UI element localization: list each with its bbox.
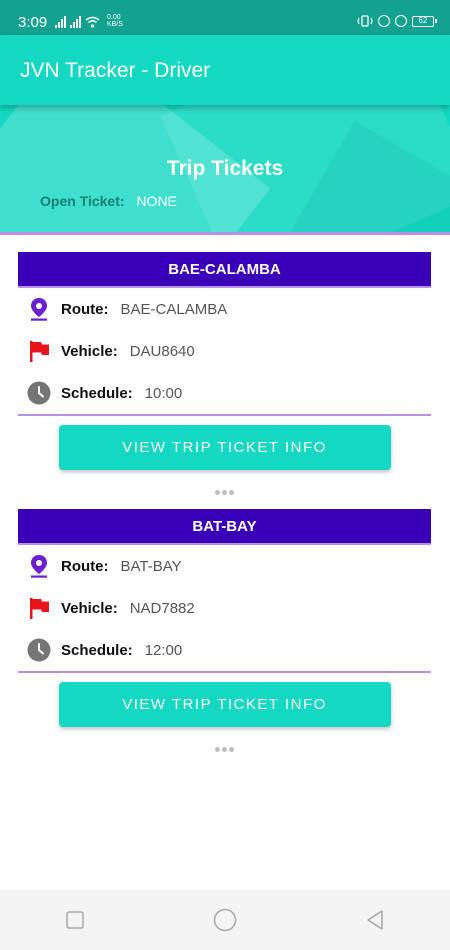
banner-divider <box>0 232 450 235</box>
route-row: Route: BAT-BAY <box>18 545 431 587</box>
circle-icon <box>213 908 237 932</box>
more-dots-icon <box>18 739 431 753</box>
status-time: 3:09 <box>18 14 48 31</box>
alarm-lock-icon <box>378 15 390 27</box>
view-trip-ticket-info-button[interactable]: VIEW TRIP TICKET INFO <box>58 682 391 727</box>
signal-icon <box>55 16 66 28</box>
location-pin-icon <box>27 554 51 578</box>
status-right-icons: 62 <box>357 15 437 27</box>
ticket-divider <box>18 671 431 673</box>
schedule-label: Schedule: <box>61 384 133 402</box>
more-dots-icon <box>18 482 431 496</box>
clock-icon <box>27 381 51 405</box>
schedule-label: Schedule: <box>61 641 133 659</box>
schedule-value: 12:00 <box>144 641 183 659</box>
net-speed-value: 0.00 <box>107 14 121 21</box>
app-title: JVN Tracker - Driver <box>20 59 211 82</box>
signal-icon <box>70 16 81 28</box>
triangle-back-icon <box>367 910 383 930</box>
vehicle-row: Vehicle: DAU8640 <box>18 330 431 372</box>
status-left-icons: 0.00 KB/S <box>55 14 123 28</box>
vehicle-value: DAU8640 <box>129 342 195 360</box>
vibrate-icon <box>357 15 373 27</box>
flag-icon <box>27 596 51 620</box>
route-label: Route: <box>61 300 109 318</box>
location-pin-icon <box>27 297 51 321</box>
square-icon <box>66 911 84 929</box>
system-nav-bar <box>0 890 450 950</box>
back-button[interactable] <box>345 900 405 940</box>
route-value: BAE-CALAMBA <box>120 300 228 318</box>
route-value: BAT-BAY <box>120 557 182 575</box>
header-banner: Trip Tickets Open Ticket: NONE <box>0 105 450 232</box>
net-speed: 0.00 KB/S <box>107 14 123 28</box>
ticket-divider <box>18 414 431 416</box>
flag-icon <box>27 339 51 363</box>
schedule-value: 10:00 <box>144 384 183 402</box>
open-ticket-label: Open Ticket: <box>40 193 125 209</box>
home-button[interactable] <box>195 900 255 940</box>
clock-icon <box>27 638 51 662</box>
vehicle-value: NAD7882 <box>129 599 195 617</box>
app-bar: JVN Tracker - Driver <box>0 35 450 105</box>
schedule-row: Schedule: 12:00 <box>18 629 431 671</box>
open-ticket-value: NONE <box>136 193 177 209</box>
status-bar: 3:09 0.00 KB/S 62 <box>0 0 450 35</box>
recent-apps-button[interactable] <box>45 900 105 940</box>
trip-ticket-card: BAT-BAY Route: BAT-BAY Vehicle: NAD7882 <box>18 509 431 753</box>
vehicle-row: Vehicle: NAD7882 <box>18 587 431 629</box>
route-label: Route: <box>61 557 109 575</box>
wifi-icon <box>85 16 100 28</box>
ticket-header: BAT-BAY <box>18 509 431 545</box>
ticket-header: BAE-CALAMBA <box>18 252 431 288</box>
net-speed-unit: KB/S <box>107 21 123 28</box>
page-title: Trip Tickets <box>166 157 284 180</box>
vehicle-label: Vehicle: <box>61 599 118 617</box>
open-ticket-status: Open Ticket: NONE <box>40 193 177 209</box>
vehicle-label: Vehicle: <box>61 342 118 360</box>
trip-ticket-card: BAE-CALAMBA Route: BAE-CALAMBA Vehicle: … <box>18 252 431 496</box>
schedule-row: Schedule: 10:00 <box>18 372 431 414</box>
route-row: Route: BAE-CALAMBA <box>18 288 431 330</box>
alarm-icon <box>395 15 407 27</box>
battery-icon: 62 <box>412 15 437 27</box>
view-trip-ticket-info-button[interactable]: VIEW TRIP TICKET INFO <box>58 425 391 470</box>
